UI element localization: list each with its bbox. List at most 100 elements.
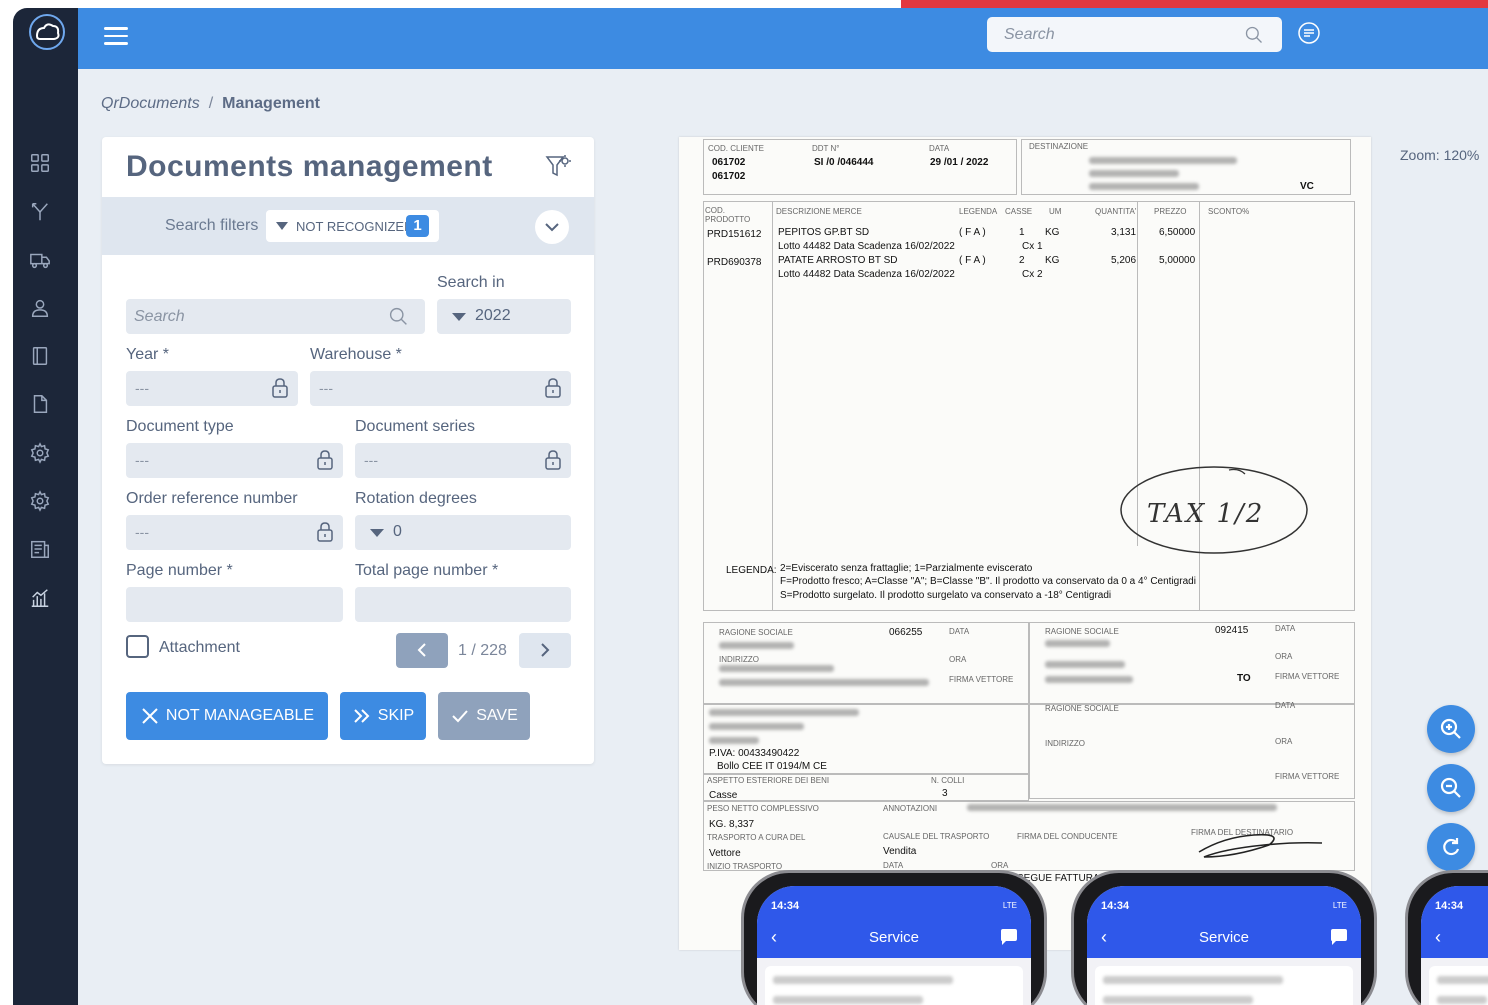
search-in-select[interactable]: 2022 (437, 299, 571, 334)
zoom-out-button[interactable] (1427, 764, 1475, 812)
breadcrumb: QrDocuments / Management (101, 95, 320, 113)
sidebar (13, 8, 78, 1005)
attachment-checkbox[interactable] (126, 635, 149, 658)
redacted-text (1089, 170, 1179, 177)
doc-row1-lotto: Lotto 44482 Data Scadenza 16/02/2022 (778, 241, 955, 252)
doc-causale-value: Vendita (883, 846, 917, 857)
redacted-text (709, 737, 759, 744)
order-reference-label: Order reference number (126, 490, 298, 507)
merge-icon[interactable] (28, 200, 52, 224)
doc-row1-qty: 3,131 (1111, 227, 1137, 238)
global-search-input[interactable]: Search (987, 17, 1282, 52)
gear-icon[interactable] (28, 489, 52, 513)
chat-icon[interactable] (1329, 928, 1349, 946)
rotate-button[interactable] (1427, 823, 1475, 871)
redacted-text (773, 996, 923, 1004)
lock-icon (544, 378, 562, 398)
document-icon[interactable] (28, 392, 52, 416)
doc-peso-value: KG. 8,337 (709, 819, 755, 830)
book-icon[interactable] (28, 344, 52, 368)
user-icon[interactable] (28, 296, 52, 320)
save-button[interactable]: SAVE (438, 692, 530, 740)
doc-descrizione-label: DESCRIZIONE MERCE (776, 207, 862, 216)
doc-aspetto-label: ASPETTO ESTERIORE DEI BENI (707, 776, 830, 785)
filter-settings-icon[interactable] (544, 152, 572, 180)
doc-prezzo-label: PREZZO (1154, 207, 1187, 216)
chat-icon[interactable] (1297, 21, 1321, 45)
doc-legenda-line2: F=Prodotto fresco; A=Classe "A"; B=Class… (780, 576, 1196, 587)
lock-icon (316, 450, 334, 470)
doc-ora-small-2: ORA (1275, 652, 1293, 661)
doc-ragione-label: RAGIONE SOCIALE (719, 628, 793, 637)
document-type-value: --- (135, 452, 149, 468)
order-reference-value: --- (135, 524, 149, 540)
collapse-filters-button[interactable] (535, 210, 569, 244)
doc-annotazioni-label: ANNOTAZIONI (883, 804, 938, 813)
skip-button[interactable]: SKIP (340, 692, 426, 740)
phone-time: 14:34 (1435, 900, 1464, 912)
year-value: --- (135, 380, 149, 396)
phone-status: LTE (1002, 901, 1017, 910)
save-label: SAVE (476, 707, 518, 724)
order-reference-field: --- (126, 515, 343, 550)
doc-legenda-line3: S=Prodotto surgelato. Il prodotto surgel… (780, 590, 1112, 601)
document-preview[interactable]: COD. CLIENTE 061702 061702 DDT N° SI /0 … (679, 137, 1371, 950)
doc-firma-conducente: FIRMA DEL CONDUCENTE (1017, 832, 1118, 841)
phone-mockup: 14:34 LTE ‹ Service (741, 870, 1047, 1005)
phone-appbar: 14:34 LTE ‹ Service (757, 886, 1031, 958)
pager-text: 1 / 228 (458, 642, 507, 659)
top-accent-bar (901, 0, 1488, 8)
doc-data-small-4: DATA (883, 861, 904, 870)
chart-icon[interactable] (28, 586, 52, 610)
document-series-field: --- (355, 443, 571, 478)
redacted-text (709, 709, 859, 716)
doc-data-small: DATA (949, 627, 970, 636)
phone-status: LTE (1332, 901, 1347, 910)
next-page-button[interactable] (519, 633, 571, 668)
doc-data-value: 29 /01 / 2022 (930, 157, 989, 168)
warehouse-field: --- (310, 371, 571, 406)
document-series-value: --- (364, 452, 378, 468)
phone-time: 14:34 (771, 900, 800, 912)
doc-piva: P.IVA: 00433490422 (709, 748, 800, 759)
doc-row2-lotto: Lotto 44482 Data Scadenza 16/02/2022 (778, 269, 955, 280)
doc-bollo: Bollo CEE IT 0194/M CE (717, 761, 827, 772)
zoom-in-button[interactable] (1427, 705, 1475, 753)
doc-firma-vettore-3: FIRMA VETTORE (1275, 772, 1340, 781)
breadcrumb-link-qrdocuments[interactable]: QrDocuments (101, 95, 200, 112)
search-icon (1245, 26, 1262, 43)
phone-title: Service (868, 929, 920, 946)
page-number-input[interactable] (126, 587, 343, 622)
document-type-label: Document type (126, 418, 234, 435)
chat-icon[interactable] (999, 928, 1019, 946)
doc-data-small-2: DATA (1275, 624, 1296, 633)
doc-ragione-label-2: RAGIONE SOCIALE (1045, 627, 1119, 636)
total-page-number-input[interactable] (355, 587, 571, 622)
report-icon[interactable] (28, 537, 52, 561)
not-manageable-button[interactable]: NOT MANAGEABLE (126, 692, 328, 740)
signature-icon (1198, 833, 1323, 858)
phone-mockup: 14:34 LTE ‹ Service (1071, 870, 1377, 1005)
caret-down-icon (452, 313, 466, 321)
chevron-left-icon[interactable]: ‹ (1435, 927, 1441, 948)
cloud-logo[interactable] (27, 12, 67, 52)
caret-down-icon (370, 529, 384, 537)
previous-page-button[interactable] (396, 633, 448, 668)
phone-screen: 14:34 LTE ‹ Service (1087, 886, 1361, 1005)
filter-chip-not-recognized[interactable]: NOT RECOGNIZED 1 (266, 210, 439, 242)
lock-icon (316, 522, 334, 542)
truck-icon[interactable] (28, 248, 52, 272)
redacted-text (1089, 183, 1199, 190)
dashboard-icon[interactable] (28, 151, 52, 175)
rotation-degrees-select[interactable]: 0 (355, 515, 571, 550)
search-filters-label: Search filters (165, 217, 259, 234)
hamburger-icon[interactable] (104, 27, 128, 47)
search-icon (388, 306, 409, 327)
doc-indirizzo-label-2: INDIRIZZO (1045, 739, 1085, 748)
search-input[interactable]: Search (126, 299, 425, 334)
doc-row1-cx: Cx 1 (1022, 241, 1043, 252)
doc-row2-cx: Cx 2 (1022, 269, 1043, 280)
check-icon (452, 710, 468, 723)
doc-cod-cliente-2: 061702 (712, 171, 746, 182)
gear-icon[interactable] (28, 441, 52, 465)
